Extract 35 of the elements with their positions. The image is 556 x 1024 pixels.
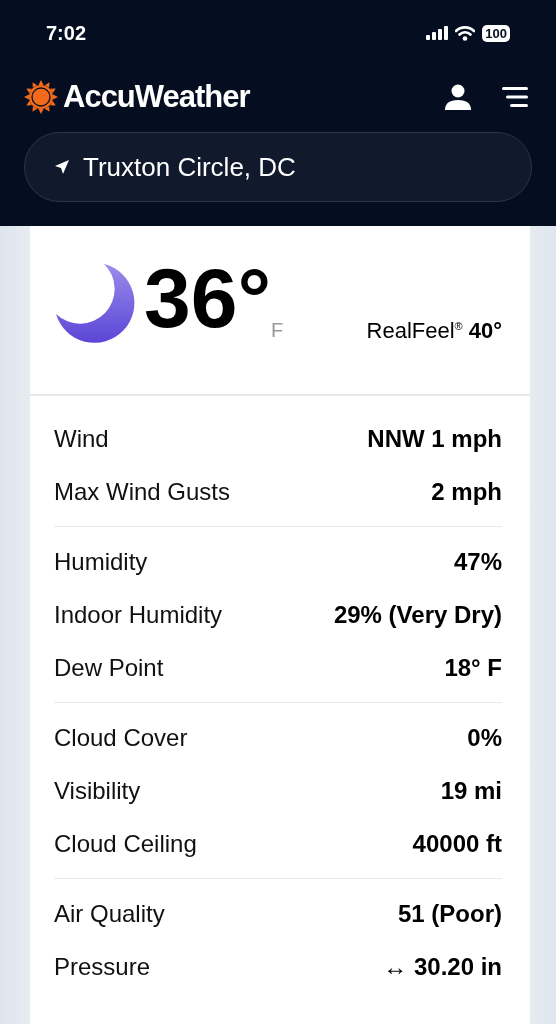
menu-icon[interactable] bbox=[502, 86, 528, 108]
detail-label: Visibility bbox=[54, 776, 141, 805]
detail-label: Indoor Humidity bbox=[54, 600, 223, 629]
user-icon[interactable] bbox=[444, 83, 472, 111]
detail-label: Pressure bbox=[54, 952, 151, 981]
status-time: 7:02 bbox=[46, 21, 87, 45]
detail-value: 2 mph bbox=[431, 477, 502, 506]
temperature: 36° bbox=[144, 256, 272, 340]
detail-value: 51 (Poor) bbox=[398, 899, 502, 928]
realfeel-value: 40° bbox=[468, 318, 502, 344]
detail-value: ↔ 30.20 in bbox=[383, 952, 502, 981]
detail-label: Cloud Cover bbox=[54, 723, 188, 752]
detail-value: 19 mi bbox=[440, 776, 502, 805]
signal-icon bbox=[426, 26, 449, 40]
app-logo: AccuWeather bbox=[63, 79, 250, 115]
detail-value: 0% bbox=[467, 723, 502, 752]
detail-value: 18° F bbox=[444, 653, 502, 682]
realfeel-label: RealFeel$^{®}$ bbox=[366, 318, 463, 344]
moon-icon bbox=[54, 262, 136, 344]
detail-value: NNW 1 mph bbox=[367, 424, 502, 453]
battery-level: 100 bbox=[482, 24, 510, 42]
location-arrow-icon bbox=[55, 160, 69, 174]
detail-label: Cloud Ceiling bbox=[54, 829, 197, 858]
detail-label: Max Wind Gusts bbox=[54, 477, 231, 506]
detail-label: Humidity bbox=[54, 547, 148, 576]
wifi-icon bbox=[455, 25, 476, 41]
temperature-unit: F bbox=[271, 319, 284, 342]
detail-value: 40000 ft bbox=[412, 829, 502, 858]
detail-value: 29% (Very Dry) bbox=[333, 600, 502, 629]
location-button[interactable]: Truxton Circle, DC bbox=[24, 132, 532, 202]
detail-value: 47% bbox=[453, 547, 502, 576]
sun-icon bbox=[24, 80, 58, 114]
detail-label: Air Quality bbox=[54, 899, 165, 928]
detail-label: Wind bbox=[54, 424, 109, 453]
detail-label: Dew Point bbox=[54, 653, 164, 682]
